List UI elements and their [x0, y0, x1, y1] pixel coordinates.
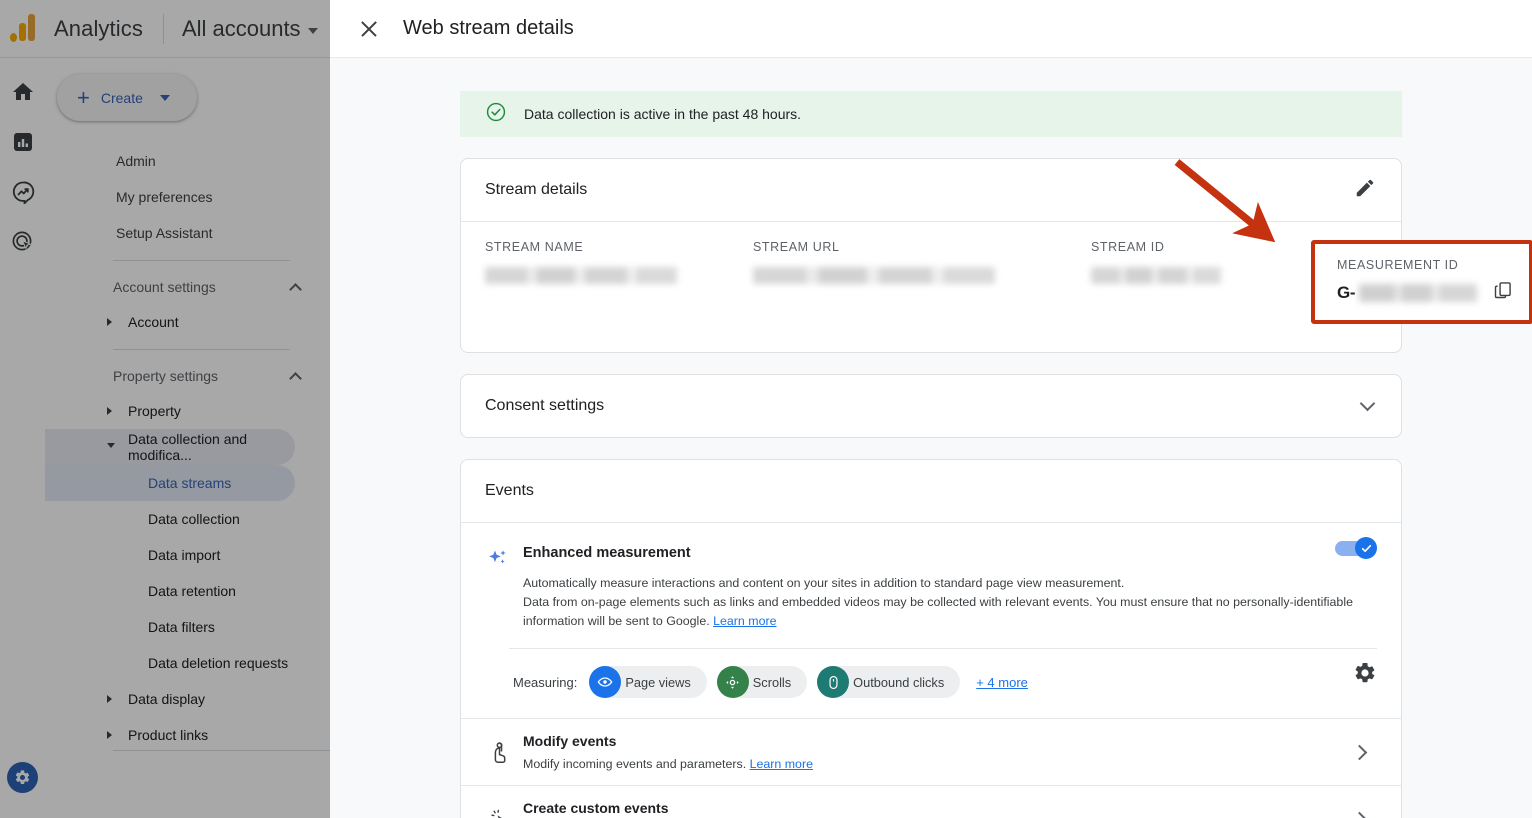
measurement-id-value-redacted — [1359, 283, 1478, 302]
field-value-redacted — [485, 267, 677, 284]
learn-more-link[interactable]: Learn more — [713, 614, 776, 628]
close-icon[interactable] — [358, 18, 380, 40]
field-value-redacted — [1091, 267, 1221, 284]
list-item-content: Modify events Modify incoming events and… — [515, 733, 1354, 771]
page-title: Web stream details — [403, 17, 574, 39]
chip-label: Page views — [625, 674, 691, 690]
chevron-right-icon[interactable] — [1351, 811, 1368, 818]
stream-details-header: Stream details — [461, 159, 1401, 221]
list-item-content: Create custom events Create new events f… — [515, 800, 1354, 818]
list-item-description: Modify incoming events and parameters. L… — [523, 757, 1354, 771]
stream-details-title: Stream details — [485, 181, 588, 198]
check-circle-icon — [485, 101, 507, 128]
sparkle-icon — [485, 545, 515, 631]
enhanced-measurement-section: Enhanced measurement Automatically measu… — [461, 523, 1401, 631]
measurement-id-prefix: G- — [1337, 282, 1356, 302]
consent-settings-card[interactable]: Consent settings — [460, 374, 1402, 438]
measurement-id-label: MEASUREMENT ID — [1337, 258, 1459, 272]
events-card: Events Enhanced measurement Automaticall… — [460, 459, 1402, 818]
measurement-id-highlight-box: MEASUREMENT ID G- — [1311, 240, 1532, 324]
toggle-thumb — [1355, 537, 1377, 559]
eye-icon — [589, 666, 622, 698]
desc-line-1: Automatically measure interactions and c… — [523, 576, 1125, 590]
list-item-modify-events[interactable]: Modify events Modify incoming events and… — [461, 718, 1401, 785]
list-item-create-custom-events[interactable]: Create custom events Create new events f… — [461, 785, 1401, 818]
enhanced-measurement-title: Enhanced measurement — [523, 545, 691, 561]
status-banner-text: Data collection is active in the past 48… — [524, 106, 802, 122]
enhanced-measurement-settings-gear-icon[interactable] — [1353, 661, 1377, 690]
enhanced-measurement-description: Automatically measure interactions and c… — [523, 574, 1377, 631]
field-stream-url: STREAM URL — [753, 240, 1091, 324]
measurement-id-value-row: G- — [1337, 280, 1513, 305]
field-stream-id: STREAM ID — [1091, 240, 1303, 324]
events-header: Events — [461, 460, 1401, 522]
field-label: STREAM ID — [1091, 240, 1165, 254]
list-item-title: Modify events — [523, 733, 617, 749]
enhanced-measurement-toggle[interactable] — [1335, 537, 1377, 559]
more-chips-link[interactable]: + 4 more — [976, 675, 1028, 690]
click-cursor-icon — [485, 807, 515, 818]
chevron-right-icon[interactable] — [1351, 744, 1368, 760]
mouse-icon — [817, 666, 850, 698]
tap-hand-icon — [485, 740, 515, 764]
scroll-icon — [716, 666, 749, 698]
desc-line-3: information will be sent to Google. — [523, 614, 710, 628]
panel-header: Web stream details — [330, 0, 1532, 58]
events-title: Events — [485, 482, 534, 499]
list-item-description-text: Modify incoming events and parameters. — [523, 757, 747, 771]
data-collection-status-banner: Data collection is active in the past 48… — [460, 91, 1402, 137]
chip-page-views[interactable]: Page views — [589, 666, 707, 698]
field-value-redacted — [753, 267, 995, 284]
field-label: STREAM NAME — [485, 240, 584, 254]
field-label: STREAM URL — [753, 240, 840, 254]
measuring-label: Measuring: — [513, 674, 578, 690]
screen-root: Analytics All accounts + Create Admin My… — [0, 0, 1532, 818]
chevron-down-icon[interactable] — [1359, 395, 1376, 412]
list-item-title: Create custom events — [523, 800, 669, 816]
desc-line-2: Data from on-page elements such as links… — [523, 595, 1353, 609]
stream-details-card: Stream details STREAM NAME STREAM URL ST… — [460, 158, 1532, 353]
consent-settings-title: Consent settings — [485, 397, 605, 414]
chip-label: Scrolls — [752, 674, 792, 690]
chip-label: Outbound clicks — [853, 674, 945, 690]
copy-icon[interactable] — [1493, 280, 1513, 305]
field-stream-name: STREAM NAME — [485, 240, 753, 324]
chip-scrolls[interactable]: Scrolls — [716, 666, 808, 698]
enhanced-measurement-content: Enhanced measurement Automatically measu… — [515, 545, 1377, 631]
consent-settings-header[interactable]: Consent settings — [461, 375, 1401, 437]
chip-outbound-clicks[interactable]: Outbound clicks — [817, 666, 961, 698]
panel-body: Data collection is active in the past 48… — [330, 58, 1532, 818]
learn-more-link[interactable]: Learn more — [750, 757, 813, 771]
pencil-edit-icon[interactable] — [1354, 177, 1376, 204]
stream-details-fields: STREAM NAME STREAM URL STREAM ID MEASURE… — [461, 222, 1532, 352]
measuring-row: Measuring: Page views Scrolls Outbound c… — [461, 649, 1401, 718]
web-stream-details-panel: Web stream details Data collection is ac… — [330, 0, 1532, 818]
modal-scrim[interactable] — [0, 0, 330, 818]
